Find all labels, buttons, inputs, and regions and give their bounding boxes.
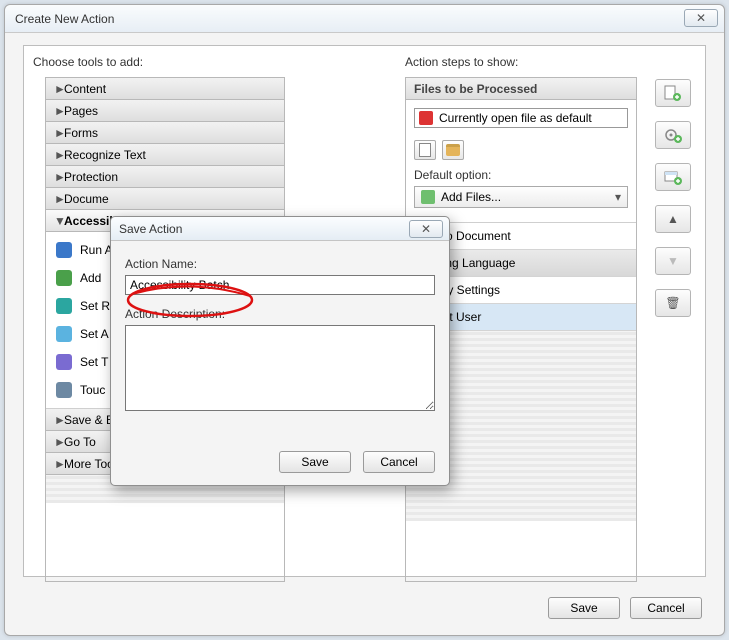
tool-label: Add bbox=[80, 271, 101, 285]
accordion-label: Recognize Text bbox=[64, 148, 146, 162]
action-name-label: Action Name: bbox=[125, 257, 435, 271]
accordion-forms[interactable]: ►Forms bbox=[46, 122, 284, 144]
trash-icon: 🗑 bbox=[665, 296, 680, 310]
tool-label: Set T bbox=[80, 355, 108, 369]
add-files-icon bbox=[421, 190, 435, 204]
dialog-buttons: Save Cancel bbox=[279, 451, 435, 473]
window-title: Create New Action bbox=[15, 12, 114, 26]
chevron-right-icon: ► bbox=[54, 453, 64, 475]
chevron-right-icon: ► bbox=[54, 144, 64, 166]
dialog-title: Save Action bbox=[119, 222, 182, 236]
dialog-close-button[interactable]: ✕ bbox=[409, 220, 443, 238]
chevron-right-icon: ► bbox=[54, 409, 64, 431]
chevron-down-icon: ▾ bbox=[615, 190, 621, 204]
gear-plus-icon bbox=[664, 127, 682, 143]
panel-plus-icon bbox=[664, 169, 682, 185]
cancel-button[interactable]: Cancel bbox=[630, 597, 702, 619]
chevron-right-icon: ► bbox=[54, 100, 64, 122]
dialog-content: Action Name: Action Description: bbox=[111, 241, 449, 424]
chevron-right-icon: ► bbox=[54, 166, 64, 188]
triangle-up-icon: ▲ bbox=[667, 212, 679, 226]
alt-text-icon bbox=[56, 326, 72, 342]
accordion-label: Go To bbox=[64, 435, 96, 449]
chevron-down-icon: ▼ bbox=[54, 210, 64, 232]
chevron-right-icon: ► bbox=[54, 188, 64, 210]
combo-value: Add Files... bbox=[441, 190, 501, 204]
chevron-right-icon: ► bbox=[54, 431, 64, 453]
move-up-button[interactable]: ▲ bbox=[655, 205, 691, 233]
check-icon bbox=[56, 242, 72, 258]
touchup-icon bbox=[56, 382, 72, 398]
accordion-label: Protection bbox=[64, 170, 118, 184]
new-file-button[interactable] bbox=[414, 140, 436, 160]
action-description-label: Action Description: bbox=[125, 307, 435, 321]
action-description-input[interactable] bbox=[125, 325, 435, 411]
move-down-button[interactable]: ▼ bbox=[655, 247, 691, 275]
window-close-button[interactable]: ✕ bbox=[684, 9, 718, 27]
accordion-pages[interactable]: ►Pages bbox=[46, 100, 284, 122]
tab-order-icon bbox=[56, 354, 72, 370]
tool-label: Set R bbox=[80, 299, 110, 313]
add-step-button[interactable] bbox=[655, 79, 691, 107]
accordion-recognize-text[interactable]: ►Recognize Text bbox=[46, 144, 284, 166]
dialog-cancel-button[interactable]: Cancel bbox=[363, 451, 435, 473]
accordion-protection[interactable]: ►Protection bbox=[46, 166, 284, 188]
files-section-header: Files to be Processed bbox=[406, 78, 636, 100]
close-icon: ✕ bbox=[421, 222, 431, 236]
accordion-label: Pages bbox=[64, 104, 98, 118]
pdf-icon bbox=[419, 111, 433, 125]
file-buttons-row bbox=[406, 136, 636, 164]
save-action-dialog: Save Action ✕ Action Name: Action Descri… bbox=[110, 216, 450, 486]
chevron-right-icon: ► bbox=[54, 78, 64, 100]
side-buttons-column: ▲ ▼ 🗑 bbox=[655, 79, 699, 331]
files-section-body: Currently open file as default Default o… bbox=[406, 108, 636, 223]
accordion-label: Docume bbox=[64, 192, 109, 206]
folder-icon bbox=[446, 144, 460, 156]
default-option-label: Default option: bbox=[406, 164, 636, 186]
chevron-right-icon: ► bbox=[54, 122, 64, 144]
tool-label: Touc bbox=[80, 383, 105, 397]
action-steps-label: Action steps to show: bbox=[405, 55, 518, 69]
window-titlebar: Create New Action ✕ bbox=[5, 5, 724, 33]
choose-tools-label: Choose tools to add: bbox=[33, 55, 143, 69]
bottom-buttons: Save Cancel bbox=[548, 597, 702, 619]
globe-icon bbox=[56, 298, 72, 314]
close-icon: ✕ bbox=[696, 11, 706, 25]
dialog-titlebar: Save Action ✕ bbox=[111, 217, 449, 241]
accordion-label: Accessib bbox=[64, 214, 117, 228]
dialog-save-button[interactable]: Save bbox=[279, 451, 351, 473]
tool-label: Set A bbox=[80, 327, 109, 341]
current-file-text: Currently open file as default bbox=[439, 108, 592, 128]
page-plus-icon bbox=[664, 85, 682, 101]
action-name-input[interactable] bbox=[125, 275, 435, 295]
tag-icon bbox=[56, 270, 72, 286]
save-button[interactable]: Save bbox=[548, 597, 620, 619]
accordion-content[interactable]: ►Content bbox=[46, 78, 284, 100]
accordion-label: Content bbox=[64, 82, 106, 96]
triangle-down-icon: ▼ bbox=[667, 254, 679, 268]
current-file-box: Currently open file as default bbox=[414, 108, 628, 128]
page-icon bbox=[419, 143, 431, 157]
accordion-document-processing[interactable]: ►Docume bbox=[46, 188, 284, 210]
add-instruction-button[interactable] bbox=[655, 121, 691, 149]
add-divider-button[interactable] bbox=[655, 163, 691, 191]
browse-folder-button[interactable] bbox=[442, 140, 464, 160]
accordion-label: Forms bbox=[64, 126, 98, 140]
tool-label: Run A bbox=[80, 243, 113, 257]
delete-step-button[interactable]: 🗑 bbox=[655, 289, 691, 317]
default-option-combo[interactable]: Add Files... ▾ bbox=[414, 186, 628, 208]
